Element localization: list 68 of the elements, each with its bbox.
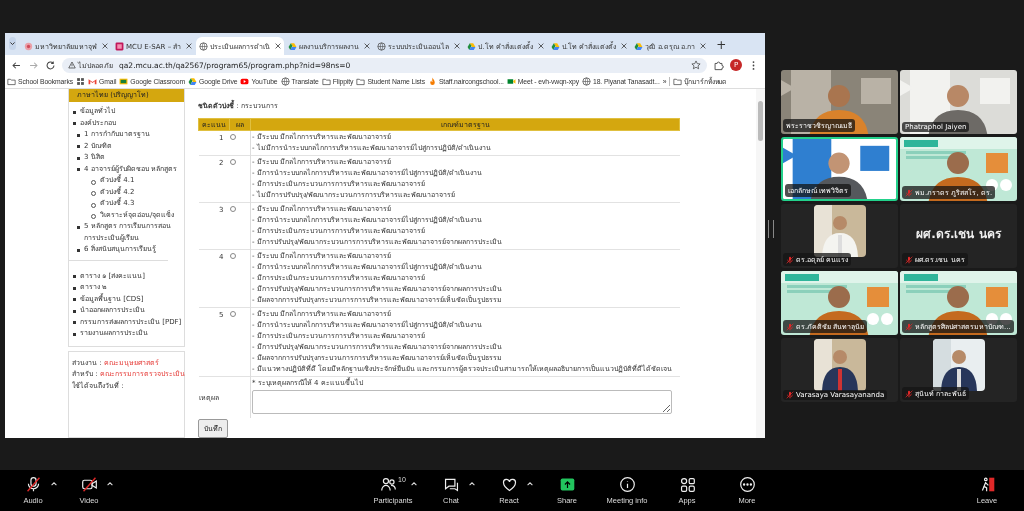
share-screen-icon bbox=[558, 476, 576, 493]
reason-input[interactable] bbox=[252, 390, 672, 414]
tab-search-button[interactable] bbox=[9, 37, 16, 50]
close-icon[interactable] bbox=[275, 43, 282, 49]
board-icon bbox=[119, 77, 129, 86]
apps-grid-icon bbox=[76, 77, 86, 86]
folder-icon bbox=[673, 77, 683, 86]
flame-icon bbox=[427, 77, 437, 86]
close-icon[interactable] bbox=[364, 43, 371, 49]
seal-icon bbox=[24, 41, 33, 51]
back-arrow-icon[interactable] bbox=[11, 59, 22, 71]
video-camera-icon bbox=[506, 77, 516, 86]
bullet-icon bbox=[73, 298, 76, 301]
bullet-icon bbox=[73, 110, 76, 114]
folder-icon bbox=[7, 77, 16, 86]
close-icon[interactable] bbox=[621, 43, 628, 49]
resize-handle[interactable] bbox=[768, 220, 774, 238]
caret-icon[interactable] bbox=[526, 480, 534, 488]
bullet-icon bbox=[73, 286, 76, 290]
star-icon[interactable] bbox=[691, 60, 701, 70]
bullet-icon bbox=[73, 275, 76, 278]
info-icon bbox=[618, 476, 636, 493]
folder-icon bbox=[321, 77, 331, 86]
caret-icon[interactable] bbox=[468, 480, 476, 488]
close-icon[interactable] bbox=[102, 43, 108, 49]
reload-icon[interactable] bbox=[45, 59, 56, 71]
folder-icon bbox=[356, 77, 366, 86]
globe-icon bbox=[280, 77, 290, 86]
new-tab-button[interactable]: + bbox=[716, 38, 727, 52]
more-icon bbox=[738, 476, 756, 493]
puzzle-icon[interactable] bbox=[713, 59, 724, 71]
bullet-icon bbox=[73, 122, 76, 125]
bullet-icon bbox=[77, 248, 80, 252]
close-icon[interactable] bbox=[186, 43, 193, 49]
heart-icon bbox=[500, 476, 518, 493]
caret-icon[interactable] bbox=[106, 480, 114, 488]
caret-icon[interactable] bbox=[410, 480, 418, 488]
mail-icon bbox=[88, 77, 98, 86]
globe-icon bbox=[581, 77, 591, 86]
triangle-icon bbox=[634, 41, 644, 51]
caret-icon[interactable] bbox=[50, 480, 58, 488]
play-icon bbox=[240, 77, 250, 86]
bullet-icon bbox=[73, 321, 76, 324]
chevron-icon bbox=[9, 40, 16, 47]
participant-display-name: ผศ.ดร.เชน นคร bbox=[916, 225, 1001, 243]
apps-shortcut[interactable] bbox=[76, 77, 86, 86]
close-icon[interactable] bbox=[700, 43, 707, 49]
apps-icon bbox=[678, 476, 696, 493]
bullet-icon bbox=[77, 133, 80, 137]
triangle-icon bbox=[467, 41, 477, 51]
triangle-icon bbox=[288, 41, 298, 51]
bullet-icon bbox=[73, 332, 76, 336]
close-icon[interactable] bbox=[537, 43, 544, 49]
scrollbar[interactable] bbox=[756, 89, 765, 438]
globe-icon bbox=[377, 41, 387, 51]
bullet-icon bbox=[73, 309, 76, 313]
triangle-icon bbox=[188, 77, 197, 86]
chat-bubbles-icon bbox=[442, 476, 460, 493]
bullet-icon bbox=[77, 156, 80, 160]
globe-icon bbox=[199, 41, 209, 51]
bullet-icon bbox=[77, 225, 80, 229]
warning-icon bbox=[68, 61, 76, 69]
triangle-icon bbox=[550, 41, 560, 51]
logo-icon bbox=[115, 41, 124, 51]
bullet-icon bbox=[77, 168, 80, 171]
close-icon[interactable] bbox=[454, 43, 461, 49]
people-icon bbox=[380, 476, 398, 493]
bullet-icon bbox=[77, 145, 80, 148]
